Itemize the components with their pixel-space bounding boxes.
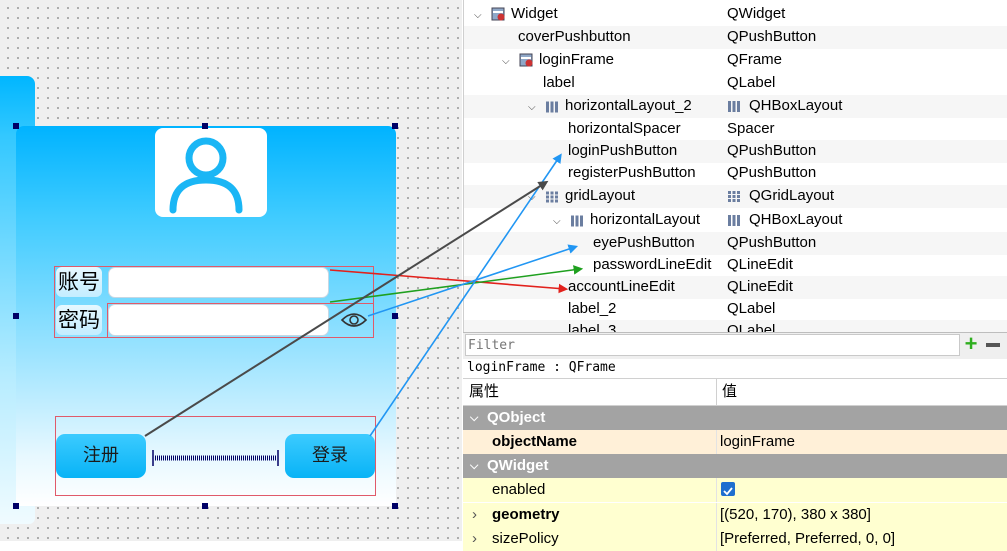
resize-handle[interactable] bbox=[202, 123, 208, 129]
account-line-edit[interactable] bbox=[108, 267, 329, 298]
resize-handle[interactable] bbox=[13, 503, 19, 509]
object-class: QLineEdit bbox=[727, 256, 793, 273]
chevron-right-icon[interactable]: › bbox=[472, 503, 477, 527]
horizontal-layout-box bbox=[107, 303, 374, 338]
password-label: 密码 bbox=[56, 305, 102, 335]
prop-enabled[interactable]: enabled bbox=[463, 478, 1007, 502]
object-tree-row[interactable]: ⌵ horizontalLayout QHBoxLayout bbox=[464, 209, 1007, 232]
object-class: QLabel bbox=[727, 74, 776, 91]
object-tree-row[interactable]: passwordLineEdit QLineEdit bbox=[464, 254, 1007, 277]
minus-icon[interactable] bbox=[984, 336, 1002, 354]
resize-handle[interactable] bbox=[392, 123, 398, 129]
object-name: passwordLineEdit bbox=[593, 256, 712, 273]
object-class: QFrame bbox=[727, 51, 783, 68]
register-button[interactable]: 注册 bbox=[56, 434, 146, 478]
chevron-down-icon[interactable]: ⌵ bbox=[528, 192, 536, 203]
object-tree-row[interactable]: ⌵ Widget QWidget bbox=[464, 3, 1007, 26]
resize-handle[interactable] bbox=[392, 313, 398, 319]
object-name: loginPushButton bbox=[568, 142, 678, 159]
object-tree-row[interactable]: horizontalSpacer Spacer bbox=[464, 118, 1007, 141]
object-tree-row[interactable]: label_3 QLabel bbox=[464, 320, 1007, 332]
resize-handle[interactable] bbox=[202, 503, 208, 509]
chevron-down-icon[interactable]: ⌵ bbox=[553, 216, 561, 227]
frame-icon bbox=[519, 53, 533, 67]
object-tree-row[interactable]: ⌵ gridLayout QGridLayout bbox=[464, 185, 1007, 208]
object-class: QLabel bbox=[727, 300, 776, 317]
filter-input[interactable] bbox=[465, 334, 960, 356]
object-tree-row[interactable]: registerPushButton QPushButton bbox=[464, 162, 1007, 185]
object-class: QPushButton bbox=[727, 164, 817, 181]
eye-icon[interactable] bbox=[340, 309, 368, 331]
object-name: Widget bbox=[511, 5, 558, 22]
object-class: QHBoxLayout bbox=[749, 211, 843, 228]
grid-layout-icon bbox=[545, 190, 559, 203]
object-class: QLabel bbox=[727, 322, 776, 332]
designer-canvas[interactable]: 账号 密码 注册 登录 bbox=[0, 0, 462, 541]
object-class: QPushButton bbox=[727, 142, 817, 159]
object-class: QHBoxLayout bbox=[749, 97, 843, 114]
widget-icon bbox=[491, 7, 505, 21]
object-name: horizontalSpacer bbox=[568, 120, 681, 137]
object-name: label_2 bbox=[568, 300, 617, 317]
object-tree-row[interactable]: ⌵ horizontalLayout_2 QHBoxLayout bbox=[464, 95, 1007, 118]
object-class: QPushButton bbox=[727, 28, 817, 45]
prop-objectname[interactable]: objectName loginFrame bbox=[463, 430, 1007, 454]
avatar-label bbox=[155, 128, 267, 217]
group-qobject[interactable]: ⌵ QObject bbox=[463, 406, 1007, 430]
object-name: registerPushButton bbox=[568, 164, 696, 181]
object-tree-row[interactable]: label QLabel bbox=[464, 72, 1007, 95]
chevron-down-icon[interactable]: ⌵ bbox=[502, 56, 510, 67]
login-button[interactable]: 登录 bbox=[285, 434, 375, 478]
object-name: label bbox=[543, 74, 575, 91]
object-name: coverPushbutton bbox=[518, 28, 631, 45]
property-table-header: 属性 值 bbox=[463, 378, 1007, 406]
chevron-down-icon[interactable]: ⌵ bbox=[470, 406, 478, 430]
chevron-down-icon[interactable]: ⌵ bbox=[528, 102, 536, 113]
prop-sizepolicy[interactable]: › sizePolicy [Preferred, Preferred, 0, 0… bbox=[463, 527, 1007, 551]
header-value: 值 bbox=[722, 383, 738, 400]
prop-geometry[interactable]: › geometry [(520, 170), 380 x 380] bbox=[463, 503, 1007, 527]
object-name: gridLayout bbox=[565, 187, 636, 204]
object-class: QWidget bbox=[727, 5, 786, 22]
resize-handle[interactable] bbox=[13, 313, 19, 319]
object-tree-row[interactable]: ⌵ loginFrame QFrame bbox=[464, 49, 1007, 72]
object-tree-row[interactable]: label_2 QLabel bbox=[464, 298, 1007, 321]
object-name: eyePushButton bbox=[593, 234, 695, 251]
object-inspector[interactable]: ⌵ Widget QWidget coverPushbutton QPushButton… bbox=[463, 0, 1007, 332]
chevron-right-icon[interactable]: › bbox=[472, 527, 477, 551]
group-qwidget[interactable]: ⌵ QWidget bbox=[463, 454, 1007, 478]
user-avatar-icon bbox=[169, 137, 243, 214]
horizontal-spacer bbox=[152, 450, 279, 466]
account-label: 账号 bbox=[56, 267, 102, 297]
object-name: label_3 bbox=[568, 322, 617, 332]
chevron-down-icon[interactable]: ⌵ bbox=[470, 454, 478, 478]
object-class: QGridLayout bbox=[749, 187, 835, 204]
object-name: horizontalLayout bbox=[590, 211, 701, 228]
object-class-info: loginFrame : QFrame bbox=[463, 359, 1007, 377]
hbox-layout-icon bbox=[727, 100, 741, 113]
object-class: QLineEdit bbox=[727, 278, 793, 295]
object-tree-row[interactable]: coverPushbutton QPushButton bbox=[464, 26, 1007, 49]
header-property: 属性 bbox=[469, 383, 500, 400]
hbox-layout-icon bbox=[545, 100, 559, 113]
grid-layout-icon bbox=[727, 190, 741, 203]
checkbox-checked-icon[interactable] bbox=[721, 482, 735, 496]
object-name: accountLineEdit bbox=[568, 278, 675, 295]
object-class: QPushButton bbox=[727, 234, 817, 251]
object-name: horizontalLayout_2 bbox=[565, 97, 692, 114]
object-class: Spacer bbox=[727, 120, 775, 137]
object-tree-row[interactable]: accountLineEdit QLineEdit bbox=[464, 276, 1007, 299]
object-tree-row[interactable]: eyePushButton QPushButton bbox=[464, 232, 1007, 255]
hbox-layout-icon bbox=[727, 214, 741, 227]
resize-handle[interactable] bbox=[392, 503, 398, 509]
object-name: loginFrame bbox=[539, 51, 615, 68]
resize-handle[interactable] bbox=[13, 123, 19, 129]
chevron-down-icon[interactable]: ⌵ bbox=[474, 10, 482, 21]
hbox-layout-icon bbox=[570, 214, 584, 227]
plus-icon[interactable]: + bbox=[962, 333, 980, 355]
object-tree-row[interactable]: loginPushButton QPushButton bbox=[464, 140, 1007, 163]
